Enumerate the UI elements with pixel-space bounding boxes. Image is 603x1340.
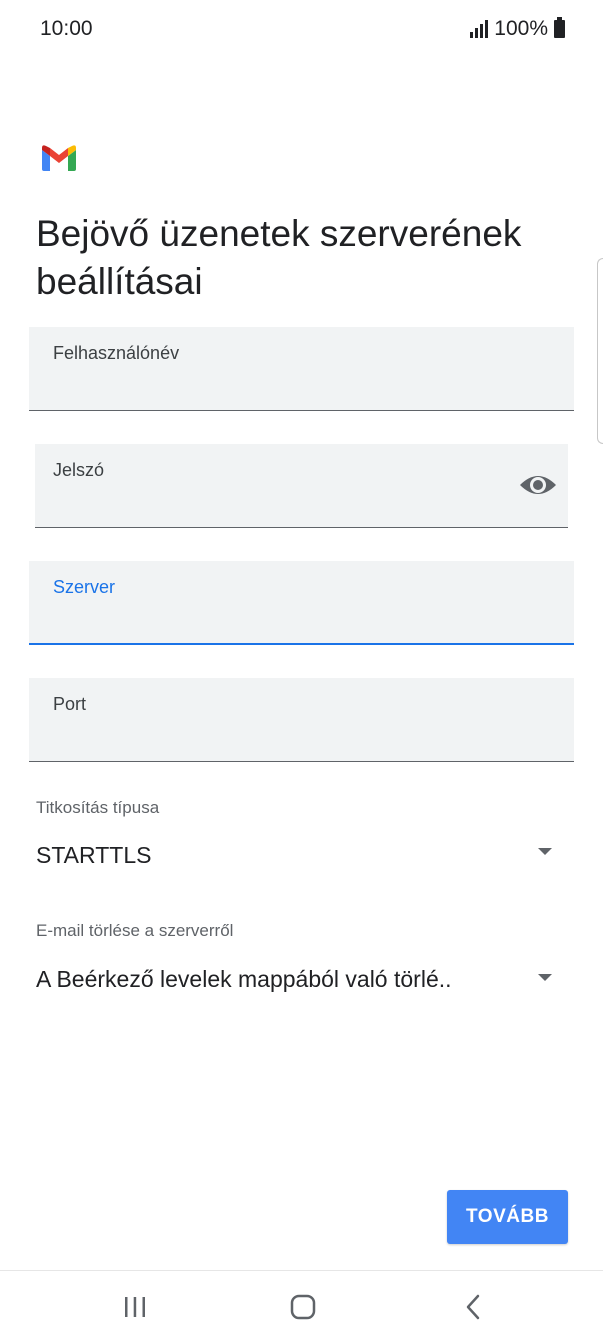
delete-from-server-label: E-mail törlése a szerverről <box>36 921 234 940</box>
username-input[interactable] <box>53 368 550 398</box>
server-field[interactable]: Szerver <box>29 561 574 645</box>
status-indicators: 100% <box>470 17 565 41</box>
encryption-type-label: Titkosítás típusa <box>36 798 160 817</box>
server-input[interactable] <box>53 601 550 631</box>
status-time: 10:00 <box>40 17 93 40</box>
delete-from-server-value: A Beérkező levelek mappából való törlé.. <box>36 966 452 992</box>
server-label: Szerver <box>53 577 116 597</box>
encryption-type-dropdown[interactable]: STARTTLS <box>36 836 566 876</box>
scroll-indicator[interactable] <box>597 258 603 444</box>
username-field[interactable]: Felhasználónév <box>29 327 574 411</box>
password-field[interactable]: Jelszó <box>35 444 568 528</box>
dropdown-arrow-icon <box>538 974 552 981</box>
port-input[interactable] <box>53 719 550 749</box>
signal-icon <box>470 20 490 38</box>
gmail-logo-icon <box>42 145 76 171</box>
dropdown-arrow-icon <box>538 848 552 855</box>
home-icon[interactable] <box>273 1285 333 1329</box>
page-title: Bejövő üzenetek szerverének beállításai <box>36 213 522 302</box>
battery-icon <box>554 17 565 38</box>
delete-from-server-dropdown[interactable]: A Beérkező levelek mappából való törlé.. <box>36 960 566 1000</box>
password-label: Jelszó <box>53 460 105 480</box>
port-field[interactable]: Port <box>29 678 574 762</box>
battery-percentage: 100% <box>494 17 548 40</box>
encryption-type-value: STARTTLS <box>36 842 152 868</box>
port-label: Port <box>53 694 87 714</box>
status-bar: 10:00 100% <box>0 0 603 60</box>
username-label: Felhasználónév <box>53 343 180 363</box>
password-input[interactable] <box>53 485 504 515</box>
back-icon[interactable] <box>442 1285 502 1329</box>
eye-icon[interactable] <box>518 470 558 500</box>
next-button[interactable]: TOVÁBB <box>447 1190 568 1244</box>
recent-apps-icon[interactable] <box>105 1285 165 1329</box>
navigation-bar <box>0 1270 603 1340</box>
